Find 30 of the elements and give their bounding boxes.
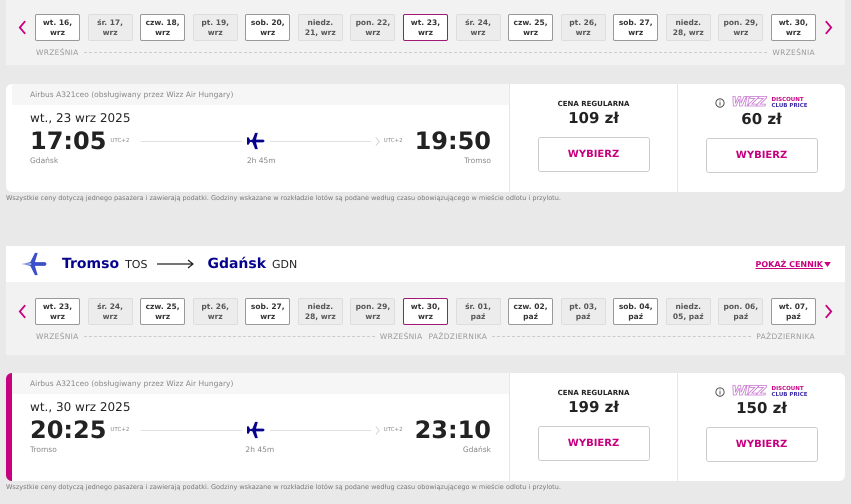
flight-date: wt., 30 wrz 2025 — [30, 400, 132, 414]
flight-date: wt., 23 wrz 2025 — [30, 111, 132, 125]
destination-code: GDN — [272, 258, 298, 270]
select-button[interactable]: WYBIERZ — [538, 426, 650, 461]
departure-time: 17:05 — [30, 127, 106, 155]
arrival-time: 19:50 — [414, 127, 491, 155]
wizz-logo: WIZZ — [731, 385, 766, 398]
arrival-time: 23:10 — [414, 416, 491, 444]
airplane-icon — [20, 252, 48, 276]
info-icon — [715, 386, 726, 396]
arrow-head-icon — [374, 136, 380, 146]
airplane-icon — [246, 132, 266, 150]
show-prices-link[interactable]: POKAŻ CENNIK — [755, 260, 831, 268]
regular-price: 199 zł — [568, 398, 619, 416]
wizz-logo: WIZZ — [731, 96, 766, 109]
discount-price: 150 zł — [736, 399, 787, 417]
select-button[interactable]: WYBIERZ — [706, 427, 818, 462]
airplane-icon — [246, 421, 266, 439]
origin-city: Tromso — [62, 256, 120, 272]
regular-price: 109 zł — [568, 109, 619, 127]
departure-time: 20:25 — [30, 416, 106, 444]
info-icon — [715, 98, 726, 108]
origin-code: TOS — [125, 258, 148, 270]
select-button[interactable]: WYBIERZ — [538, 137, 650, 172]
select-button[interactable]: WYBIERZ — [706, 138, 818, 173]
arrow-icon — [157, 259, 196, 269]
caret-icon — [824, 262, 831, 266]
destination-city: Gdańsk — [207, 256, 266, 272]
arrow-head-icon — [374, 424, 380, 436]
discount-price: 60 zł — [741, 110, 782, 128]
